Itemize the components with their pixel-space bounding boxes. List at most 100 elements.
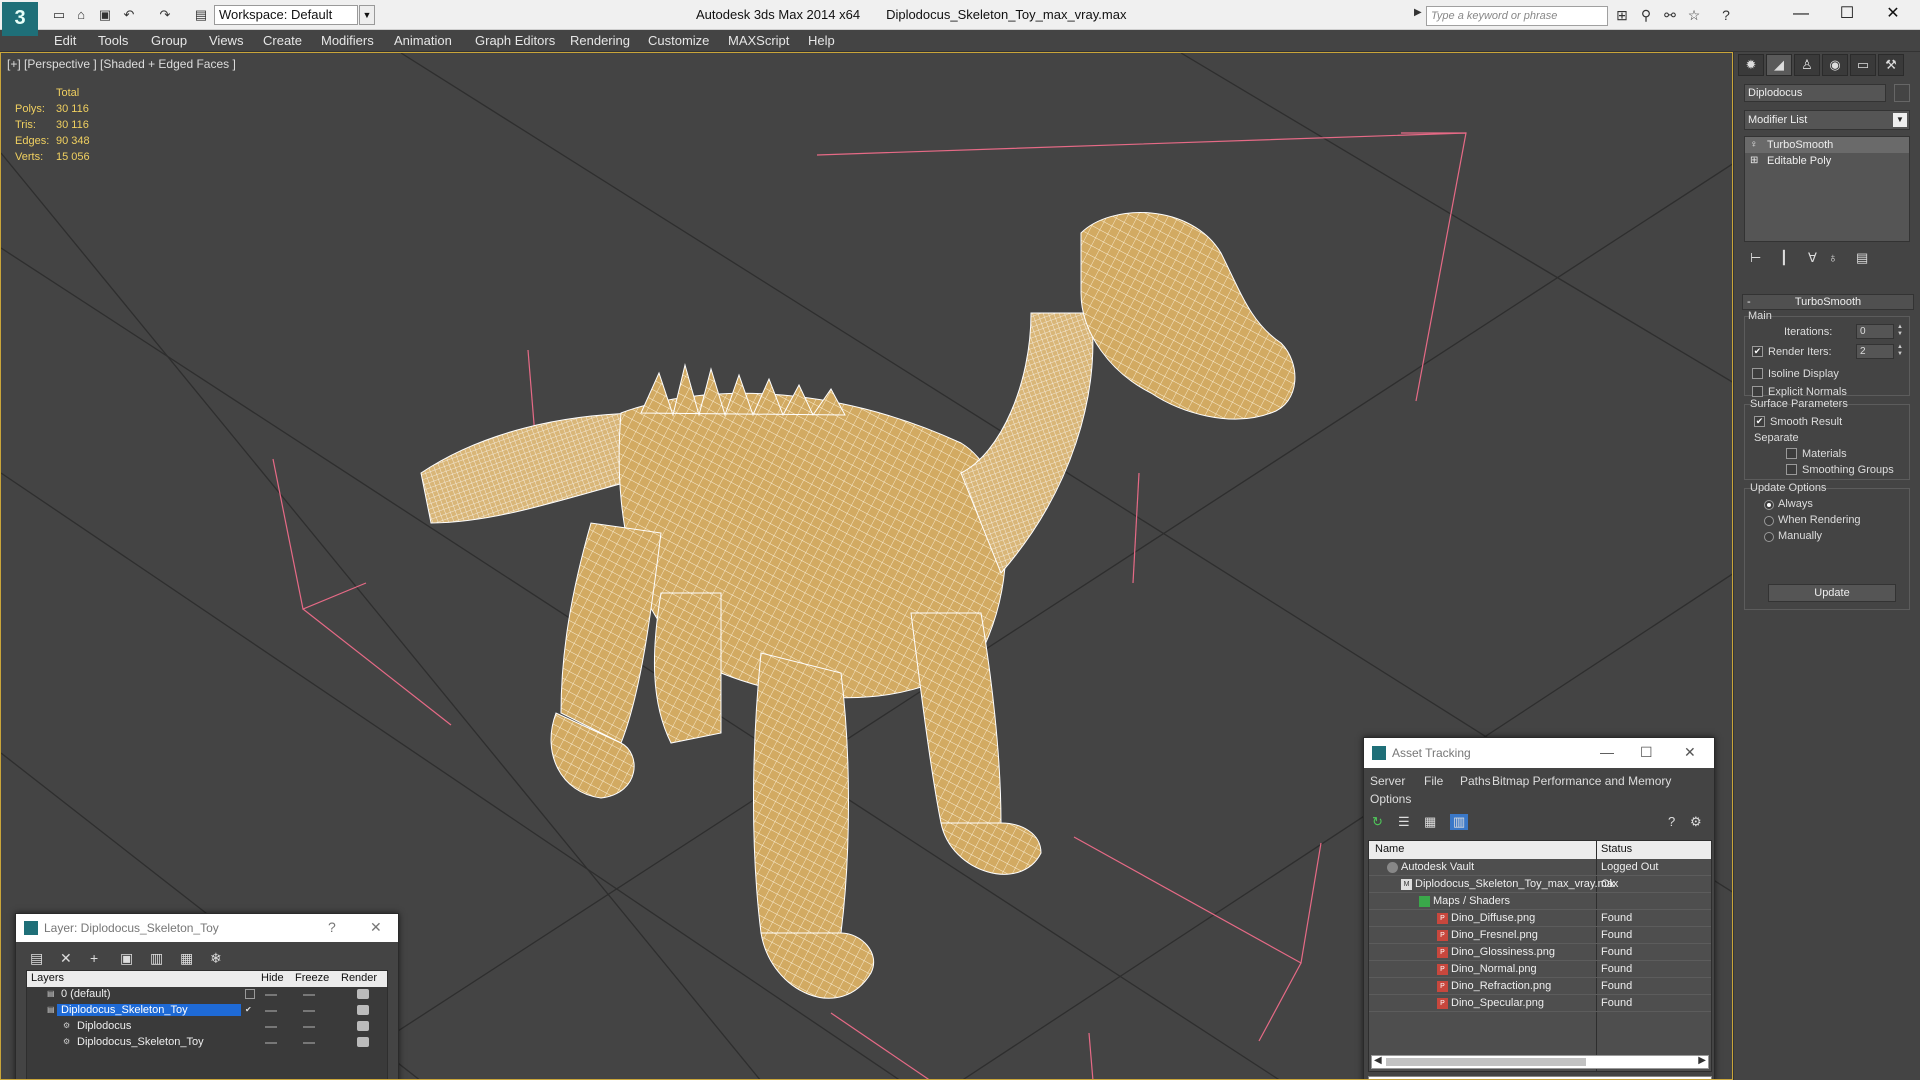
make-unique-icon[interactable]: ∀ bbox=[1808, 250, 1817, 266]
undo-icon[interactable]: ↶ bbox=[120, 6, 138, 23]
layer-row[interactable]: ⚙ Diplodocus bbox=[27, 1019, 387, 1035]
show-end-result-icon[interactable]: ┃ bbox=[1780, 250, 1788, 266]
refresh-icon[interactable]: ↻ bbox=[1372, 814, 1383, 830]
render-teapot-icon[interactable] bbox=[357, 1021, 369, 1031]
project-folder-icon[interactable]: ▤ bbox=[192, 6, 210, 23]
layer-row[interactable]: ▤ 0 (default) bbox=[27, 987, 387, 1003]
hide-toggle[interactable] bbox=[265, 994, 277, 996]
close-icon[interactable]: ✕ bbox=[1684, 744, 1696, 761]
table-row[interactable]: P Dino_Diffuse.png Found bbox=[1369, 910, 1711, 927]
close-button[interactable]: ✕ bbox=[1870, 2, 1916, 28]
layer-row[interactable]: ▤ Diplodocus_Skeleton_Toy ✔ bbox=[27, 1003, 387, 1019]
app-logo-icon[interactable]: 3 bbox=[2, 2, 38, 36]
hierarchy-tab-icon[interactable]: ♙ bbox=[1794, 54, 1820, 76]
open-file-icon[interactable]: ⌂ bbox=[72, 6, 90, 23]
update-button[interactable]: Update bbox=[1768, 584, 1896, 602]
collapse-icon[interactable]: - bbox=[1747, 295, 1751, 309]
stack-item-editable-poly[interactable]: ⊞ Editable Poly bbox=[1745, 153, 1909, 169]
render-iters-spinner[interactable]: 2 bbox=[1856, 344, 1894, 359]
smoothing-groups-checkbox[interactable] bbox=[1786, 464, 1797, 475]
table-row[interactable]: Autodesk Vault Logged Out bbox=[1369, 859, 1711, 876]
add-to-layer-icon[interactable]: + bbox=[90, 950, 98, 966]
menu-rendering[interactable]: Rendering bbox=[570, 33, 630, 48]
hide-toggle[interactable] bbox=[265, 1042, 277, 1044]
scroll-right-icon[interactable]: ▶ bbox=[1698, 1055, 1706, 1066]
asset-tracking-titlebar[interactable]: Asset Tracking — ☐ ✕ bbox=[1364, 738, 1714, 768]
menu-file[interactable]: File bbox=[1424, 774, 1443, 788]
redo-icon[interactable]: ↷ bbox=[156, 6, 174, 23]
key-icon[interactable]: ⚲ bbox=[1636, 6, 1656, 24]
isoline-display-checkbox[interactable] bbox=[1752, 368, 1763, 379]
asset-horizontal-scrollbar[interactable]: ◀ ▶ bbox=[1371, 1055, 1709, 1069]
menu-help[interactable]: Help bbox=[808, 33, 835, 48]
table-row[interactable]: P Dino_Normal.png Found bbox=[1369, 961, 1711, 978]
search-input[interactable]: Type a keyword or phrase bbox=[1426, 6, 1608, 26]
menu-paths[interactable]: Paths bbox=[1460, 774, 1491, 788]
scroll-left-icon[interactable]: ◀ bbox=[1374, 1055, 1382, 1066]
spinner-arrows-icon[interactable]: ▲ ▼ bbox=[1896, 344, 1904, 359]
utilities-tab-icon[interactable]: ⚒ bbox=[1878, 54, 1904, 76]
table-row[interactable]: P Dino_Specular.png Found bbox=[1369, 995, 1711, 1012]
freeze-toggle[interactable] bbox=[303, 1026, 315, 1028]
viewport-label[interactable]: [+] [Perspective ] [Shaded + Edged Faces… bbox=[7, 57, 236, 71]
chevron-down-icon[interactable]: ▼ bbox=[359, 5, 375, 25]
explicit-normals-checkbox[interactable] bbox=[1752, 386, 1763, 397]
menu-graph-editors[interactable]: Graph Editors bbox=[475, 33, 555, 48]
manually-radio[interactable] bbox=[1764, 532, 1774, 542]
lightbulb-icon[interactable]: ♀ bbox=[1750, 137, 1758, 153]
table-row[interactable]: P Dino_Fresnel.png Found bbox=[1369, 927, 1711, 944]
materials-checkbox[interactable] bbox=[1786, 448, 1797, 459]
render-teapot-icon[interactable] bbox=[357, 1005, 369, 1015]
hide-all-layers-icon[interactable]: ▦ bbox=[180, 950, 193, 967]
menu-create[interactable]: Create bbox=[263, 33, 302, 48]
favorites-star-icon[interactable]: ☆ bbox=[1684, 6, 1704, 24]
save-file-icon[interactable]: ▣ bbox=[96, 6, 114, 23]
help-icon[interactable]: ? bbox=[328, 919, 336, 935]
help-icon[interactable]: ? bbox=[1668, 814, 1675, 829]
hide-toggle[interactable] bbox=[265, 1010, 277, 1012]
minimize-button[interactable]: — bbox=[1778, 2, 1824, 28]
menu-options[interactable]: Options bbox=[1370, 792, 1411, 806]
checkmark-icon[interactable]: ✔ bbox=[245, 1005, 255, 1015]
list-view-icon[interactable]: ☰ bbox=[1398, 814, 1410, 830]
object-color-swatch[interactable] bbox=[1894, 84, 1910, 102]
turbosmooth-rollout-header[interactable]: - TurboSmooth bbox=[1742, 294, 1914, 310]
menu-maxscript[interactable]: MAXScript bbox=[728, 33, 789, 48]
table-row[interactable]: Maps / Shaders bbox=[1369, 893, 1711, 910]
delete-layer-icon[interactable]: ✕ bbox=[60, 950, 72, 967]
current-layer-checkbox[interactable] bbox=[245, 989, 255, 999]
menu-customize[interactable]: Customize bbox=[648, 33, 709, 48]
render-iters-checkbox[interactable]: ✔ bbox=[1752, 346, 1763, 357]
settings-icon[interactable]: ⚙ bbox=[1690, 814, 1702, 830]
when-rendering-radio[interactable] bbox=[1764, 516, 1774, 526]
menu-bitmap-performance[interactable]: Bitmap Performance and Memory bbox=[1492, 774, 1671, 788]
configure-sets-icon[interactable]: ▤ bbox=[1856, 250, 1868, 266]
select-objects-icon[interactable]: ▣ bbox=[120, 950, 133, 967]
menu-group[interactable]: Group bbox=[151, 33, 187, 48]
scroll-thumb[interactable] bbox=[1386, 1058, 1586, 1066]
layer-row[interactable]: ⚙ Diplodocus_Skeleton_Toy bbox=[27, 1035, 387, 1051]
highlight-layer-icon[interactable]: ▥ bbox=[150, 950, 163, 967]
new-file-icon[interactable]: ▭ bbox=[50, 6, 68, 23]
iterations-spinner[interactable]: 0 bbox=[1856, 324, 1894, 339]
hide-toggle[interactable] bbox=[265, 1026, 277, 1028]
object-name-field[interactable]: Diplodocus bbox=[1744, 84, 1886, 102]
table-view-icon[interactable]: ▥ bbox=[1450, 814, 1469, 830]
close-icon[interactable]: ✕ bbox=[370, 919, 382, 936]
layer-manager-titlebar[interactable]: Layer: Diplodocus_Skeleton_Toy ? ✕ bbox=[16, 914, 398, 942]
column-name[interactable]: Name bbox=[1375, 843, 1404, 855]
spinner-arrows-icon[interactable]: ▲ ▼ bbox=[1896, 324, 1904, 339]
column-hide[interactable]: Hide bbox=[261, 972, 284, 984]
menu-views[interactable]: Views bbox=[209, 33, 243, 48]
menu-animation[interactable]: Animation bbox=[394, 33, 452, 48]
menu-edit[interactable]: Edit bbox=[54, 33, 76, 48]
perspective-viewport[interactable]: [+] [Perspective ] [Shaded + Edged Faces… bbox=[0, 52, 1733, 1080]
expand-icon[interactable]: ⊞ bbox=[1750, 153, 1758, 169]
help-icon[interactable]: ? bbox=[1716, 6, 1736, 24]
table-row[interactable]: P Dino_Glossiness.png Found bbox=[1369, 944, 1711, 961]
column-layers[interactable]: Layers bbox=[31, 972, 64, 984]
pin-stack-icon[interactable]: ⊢ bbox=[1750, 250, 1761, 266]
binoculars-icon[interactable]: ⊞ bbox=[1612, 6, 1632, 24]
render-teapot-icon[interactable] bbox=[357, 989, 369, 999]
modifier-list-dropdown[interactable]: Modifier List ▼ bbox=[1744, 110, 1910, 130]
